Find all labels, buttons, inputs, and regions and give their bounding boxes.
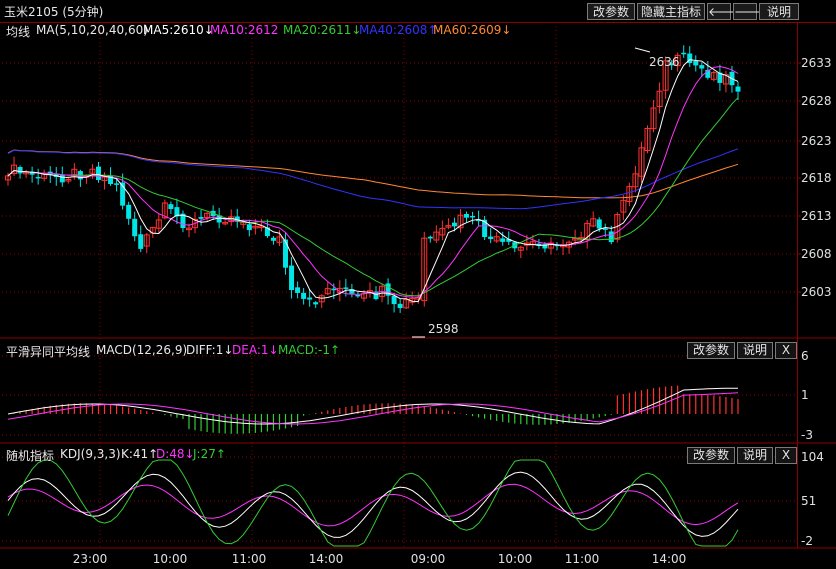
candle-body — [270, 237, 276, 241]
ma20-line — [7, 97, 739, 297]
candle-body — [735, 86, 741, 92]
x-axis-time-label: 11:00 — [232, 552, 267, 566]
candle-body — [126, 204, 132, 219]
main-indicator-name: 均线 — [6, 25, 31, 39]
main-y-tick-label: 2623 — [801, 134, 832, 148]
candle-body — [397, 303, 403, 309]
candle-body — [470, 215, 476, 218]
ma10-value: MA10:2612 — [210, 23, 279, 37]
kdj-indicator-name: 随机指标 — [6, 449, 55, 463]
candle-body — [59, 175, 65, 183]
close-icon: X — [781, 343, 791, 357]
macd-explain-button[interactable]: 说明 — [737, 342, 773, 359]
macd-dea-line — [7, 392, 739, 425]
chart-canvas: 2633 2628 2623 2618 2613 2608 2603 6 1 -3 104 51 -2 2… — [0, 22, 836, 566]
kdj-y-tick-label: 104 — [801, 450, 824, 464]
candle-body — [355, 294, 361, 297]
x-axis-time-label: 14:00 — [652, 552, 687, 566]
candle-body — [681, 52, 687, 55]
close-icon: X — [781, 448, 791, 462]
ma20-value: MA20:2611↓ — [283, 23, 362, 37]
candle-body — [114, 183, 120, 185]
macd-change-params-button[interactable]: 改参数 — [687, 342, 735, 359]
low-price-label: 2598 — [428, 322, 459, 336]
main-indicator-params: MA(5,10,20,40,60) — [36, 23, 148, 37]
candle-body — [500, 238, 506, 242]
candle-body — [289, 265, 295, 290]
main-y-tick-label: 2608 — [801, 247, 832, 261]
macd-y-tick-label: 6 — [801, 349, 809, 363]
candle-body — [427, 236, 433, 239]
kdj-y-tick-label: -2 — [801, 534, 813, 548]
ma5-value: MA5:2610↓ — [143, 23, 214, 37]
macd-macd-value: MACD:-1↑ — [278, 343, 341, 357]
candle-body — [283, 239, 289, 268]
main-y-tick-label: 2603 — [801, 285, 832, 299]
x-axis-time-label: 14:00 — [309, 552, 344, 566]
candle-body — [301, 292, 307, 299]
candle-body — [331, 288, 337, 291]
macd-indicator-name: 平滑异同平均线 — [6, 345, 91, 359]
kdj-d-value: D:48↓ — [156, 447, 195, 461]
macd-y-tick-label: -3 — [801, 428, 813, 442]
candle-body — [198, 217, 204, 219]
high-pointer-line — [634, 47, 651, 53]
x-axis-time-label: 11:00 — [565, 552, 600, 566]
candle-body — [17, 167, 23, 174]
ma60-line — [7, 149, 739, 199]
candle-body — [295, 287, 301, 293]
ma60-value: MA60:2609↓ — [433, 23, 512, 37]
macd-dea-value: DEA:1↓ — [232, 343, 279, 357]
candle-body — [482, 219, 488, 238]
macd-diff-line — [7, 387, 738, 425]
candle-body — [451, 222, 457, 227]
x-axis-time-label: 09:00 — [411, 552, 446, 566]
candle-body — [596, 219, 602, 229]
candle-body — [35, 176, 41, 179]
candle-body — [608, 231, 614, 243]
candle-body — [246, 224, 252, 231]
candle-body — [464, 213, 470, 218]
candle-body — [343, 287, 349, 289]
kdj-indicator-params: KDJ(9,3,3) — [60, 447, 121, 461]
ma5-line — [7, 59, 739, 303]
macd-y-tick-label: 1 — [801, 388, 809, 402]
candle-body — [132, 218, 138, 237]
main-y-tick-label: 2633 — [801, 56, 832, 70]
main-y-tick-label: 2628 — [801, 94, 832, 108]
kdj-close-button[interactable]: X — [775, 447, 797, 464]
macd-indicator-params: MACD(12,26,9) — [96, 343, 188, 357]
candle-body — [602, 228, 608, 230]
chart-window: 玉米2105 (5分钟) 改参数 隐藏主指标 🡐 🡒 说明 2633 2628 26… — [0, 0, 836, 569]
candle-body — [693, 61, 699, 66]
kdj-j-value: J:27↑ — [193, 447, 226, 461]
kdj-explain-button[interactable]: 说明 — [737, 447, 773, 464]
ma40-value: MA40:2608↑ — [359, 23, 438, 37]
main-y-tick-label: 2613 — [801, 209, 832, 223]
candle-body — [168, 204, 174, 210]
high-price-label: 2636 — [649, 55, 680, 69]
candle-body — [488, 236, 494, 240]
candle-body — [699, 65, 705, 69]
x-axis-time-label: 23:00 — [73, 552, 108, 566]
kdj-k-value: K:41↑ — [121, 447, 159, 461]
macd-close-button[interactable]: X — [775, 342, 797, 359]
candle-body — [307, 297, 313, 300]
kdj-change-params-button[interactable]: 改参数 — [687, 447, 735, 464]
kdj-d-line — [7, 483, 739, 527]
candle-body — [313, 302, 319, 305]
kdj-y-tick-label: 51 — [801, 494, 816, 508]
candle-body — [95, 166, 101, 180]
main-y-tick-label: 2618 — [801, 171, 832, 185]
macd-diff-value: DIFF:1↓ — [186, 343, 234, 357]
candle-body — [138, 234, 144, 249]
kdj-k-line — [7, 471, 739, 538]
x-axis-time-label: 10:00 — [153, 552, 188, 566]
candle-body — [391, 295, 397, 305]
x-axis-time-label: 10:00 — [498, 552, 533, 566]
